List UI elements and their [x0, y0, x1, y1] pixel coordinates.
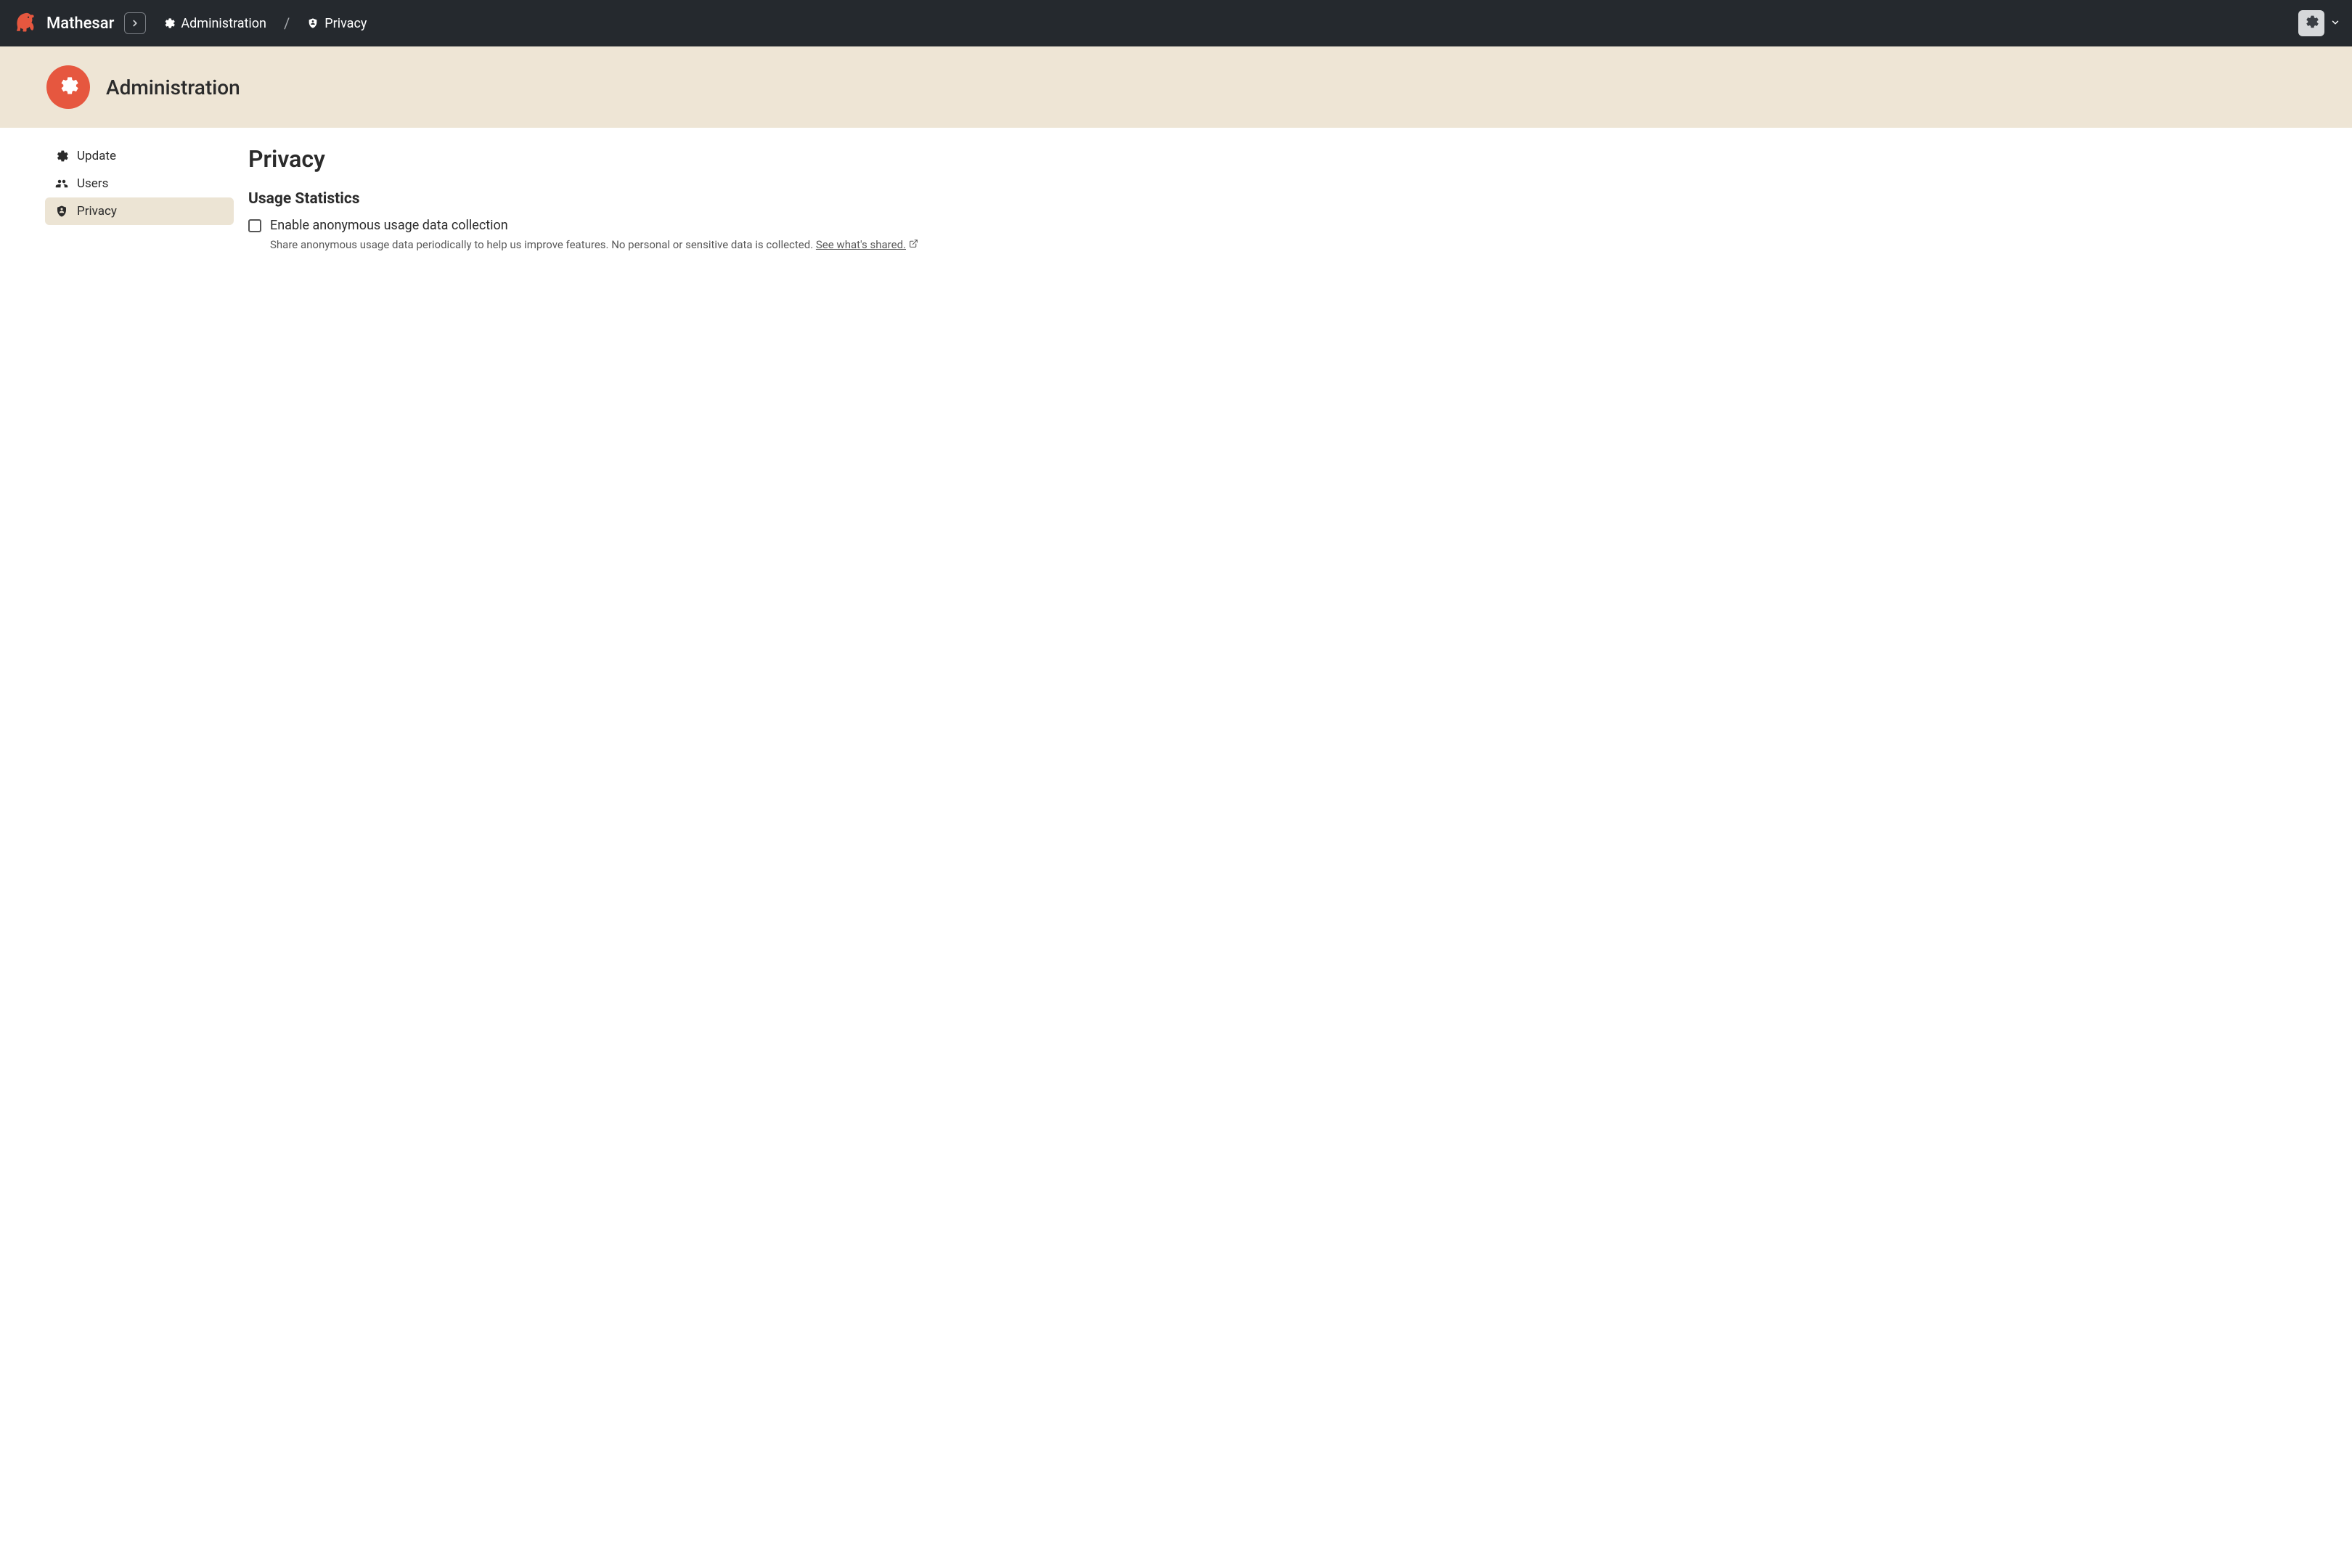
app-logo[interactable]: Mathesar — [12, 10, 114, 36]
help-link-label: See what's shared. — [816, 237, 906, 253]
help-text-body: Share anonymous usage data periodically … — [270, 238, 816, 251]
breadcrumb-expand-button[interactable] — [124, 12, 146, 34]
users-icon — [55, 177, 68, 190]
gear-icon — [163, 17, 175, 29]
main-title: Privacy — [248, 145, 2323, 173]
sidebar-item-users[interactable]: Users — [45, 170, 234, 197]
gear-icon — [2304, 15, 2319, 32]
sidebar-item-update[interactable]: Update — [45, 142, 234, 170]
app-name: Mathesar — [46, 15, 114, 33]
elephant-logo-icon — [12, 10, 38, 36]
sidebar-item-label: Users — [77, 176, 108, 191]
shield-icon — [55, 205, 68, 218]
chevron-down-icon — [2330, 17, 2340, 30]
breadcrumb-separator: / — [271, 15, 303, 32]
page-title: Administration — [106, 75, 240, 99]
help-text: Share anonymous usage data periodically … — [270, 237, 2323, 253]
gear-icon — [58, 75, 78, 99]
breadcrumb-admin-label: Administration — [181, 16, 266, 31]
sidebar-item-privacy[interactable]: Privacy — [45, 197, 234, 225]
breadcrumb-administration[interactable]: Administration — [159, 13, 271, 34]
section-title: Usage Statistics — [248, 190, 2323, 208]
checkbox-label: Enable anonymous usage data collection — [270, 218, 508, 233]
header-icon — [46, 65, 90, 109]
sidebar-item-label: Update — [77, 149, 116, 163]
settings-menu[interactable] — [2298, 10, 2340, 36]
shield-icon — [307, 17, 319, 29]
settings-button — [2298, 10, 2324, 36]
gear-icon — [55, 150, 68, 163]
breadcrumbs: Administration / Privacy — [159, 13, 371, 34]
analytics-checkbox-row[interactable]: Enable anonymous usage data collection — [248, 218, 2323, 233]
breadcrumb-privacy[interactable]: Privacy — [303, 13, 371, 34]
sidebar-item-label: Privacy — [77, 204, 117, 219]
see-whats-shared-link[interactable]: See what's shared. — [816, 237, 918, 253]
page-header: Administration — [0, 46, 2352, 128]
checkbox-icon — [248, 219, 261, 232]
breadcrumb-privacy-label: Privacy — [324, 16, 367, 31]
main-content: Privacy Usage Statistics Enable anonymou… — [248, 142, 2352, 253]
sidebar: Update Users Privacy — [29, 142, 234, 253]
external-link-icon — [909, 237, 918, 253]
topbar: Mathesar Administration / Privacy — [0, 0, 2352, 46]
